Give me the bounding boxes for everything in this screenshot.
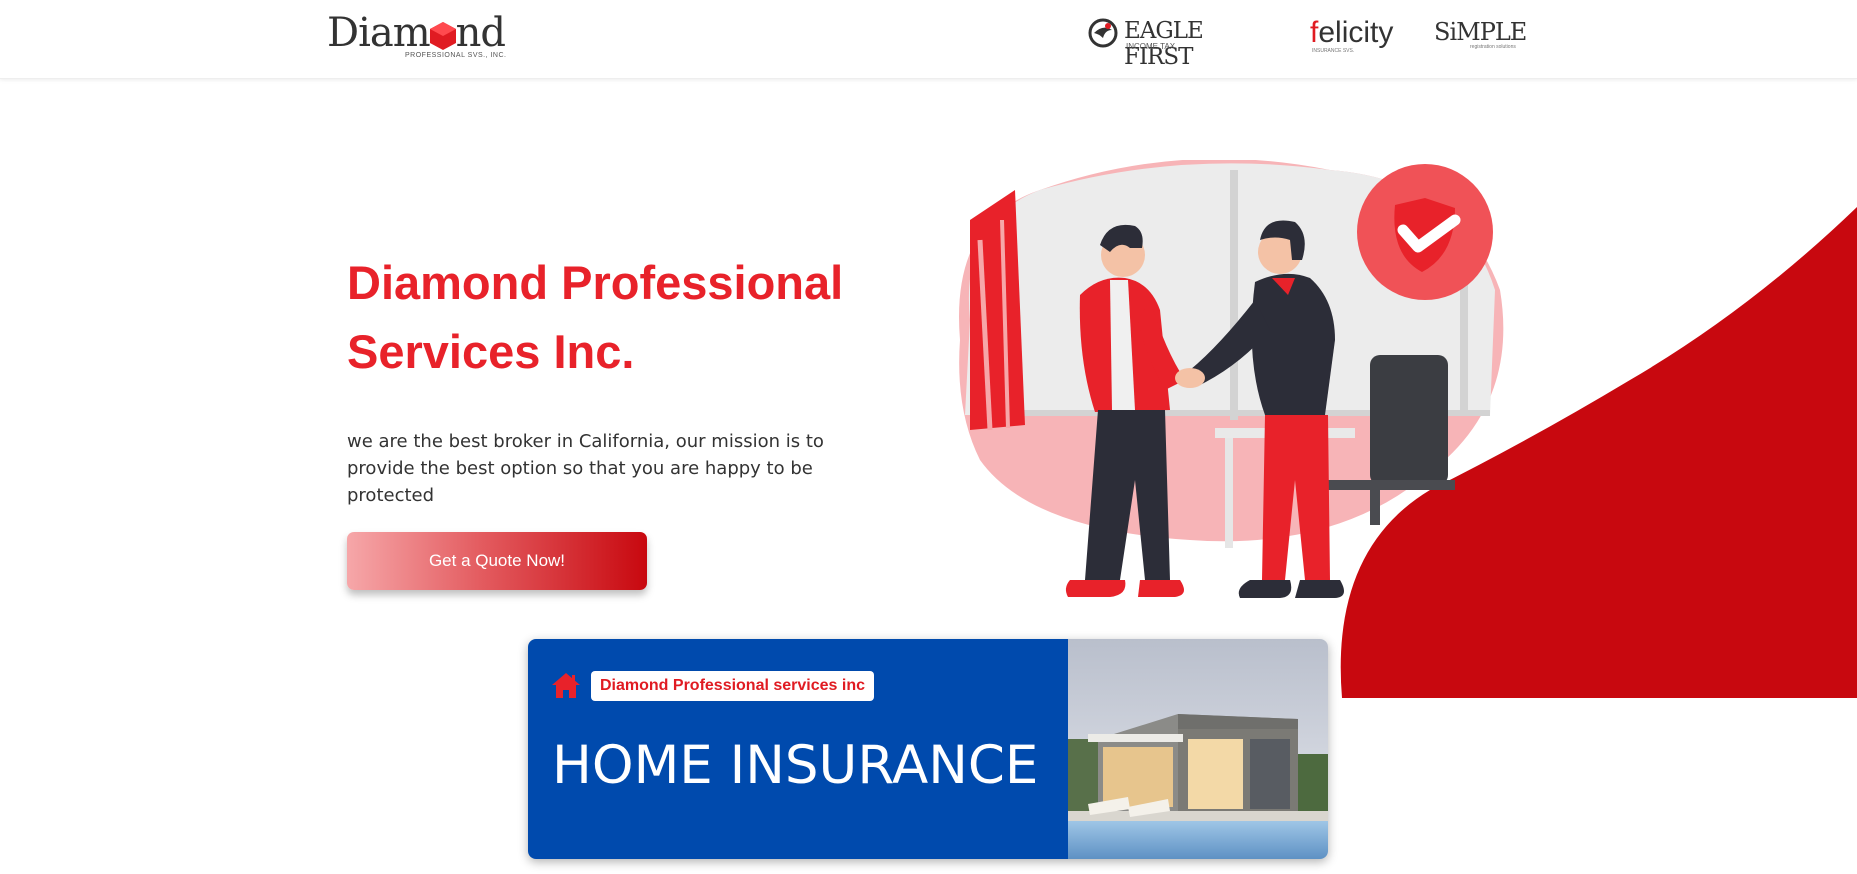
- get-quote-button[interactable]: Get a Quote Now!: [347, 532, 647, 590]
- banner-text-panel: Diamond Professional services inc HOME I…: [528, 639, 1068, 859]
- diamond-logo[interactable]: Diam nd PROFESSIONAL SVS., INC.: [327, 8, 507, 66]
- logo-wordmark: Diam nd: [327, 10, 506, 56]
- partner-felicity[interactable]: felicity INSURANCE SVS.: [1310, 16, 1400, 54]
- banner-brand-label: Diamond Professional services inc: [591, 671, 874, 701]
- hero-title: Diamond Professional Services Inc.: [347, 256, 844, 378]
- partner-tagline: registration solutions: [1470, 44, 1516, 50]
- home-icon: [552, 673, 580, 698]
- partner-eagle-first[interactable]: EAGLE FIRST INCOME TAX: [1088, 18, 1273, 70]
- modern-house-photo: [1068, 639, 1328, 859]
- partner-tagline: INCOME TAX: [1126, 42, 1176, 51]
- partner-tagline: INSURANCE SVS.: [1312, 48, 1355, 54]
- partner-name: SiMPLE: [1434, 18, 1527, 46]
- banner-title: HOME INSURANCE: [552, 735, 1039, 796]
- hero-description: we are the best broker in California, ou…: [347, 431, 824, 506]
- diamond-hexagon-icon: [430, 22, 456, 50]
- partner-simple[interactable]: SiMPLE registration solutions: [1434, 18, 1529, 54]
- partner-name: felicity: [1310, 16, 1394, 49]
- home-insurance-banner[interactable]: Diamond Professional services inc HOME I…: [528, 639, 1328, 859]
- handshake-illustration: [959, 160, 1504, 598]
- logo-subtitle: PROFESSIONAL SVS., INC.: [405, 52, 507, 59]
- site-header: Diam nd PROFESSIONAL SVS., INC. EAGLE FIR…: [0, 0, 1857, 79]
- eagle-icon: [1088, 18, 1118, 48]
